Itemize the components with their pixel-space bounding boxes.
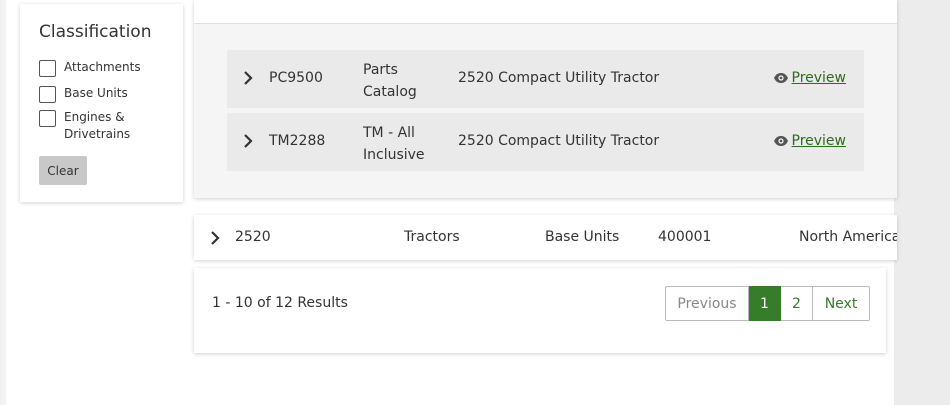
page-2-button[interactable]: 2 — [781, 286, 813, 321]
product-row[interactable]: 2520 Tractors Base Units 400001 North Am… — [194, 215, 897, 260]
document-type: TM - All Inclusive — [363, 125, 425, 163]
pagination: Previous 1 2 Next — [665, 286, 870, 321]
classification-filter-panel: Classification Attachments Base Units En… — [20, 4, 183, 202]
filter-option-base-units[interactable]: Base Units — [39, 85, 128, 103]
page-right-gutter — [894, 0, 950, 405]
preview-link[interactable]: Preview — [773, 133, 847, 149]
expanded-documents-card: PC9500 Parts Catalog 2520 Compact Utilit… — [194, 0, 897, 198]
document-row[interactable]: PC9500 Parts Catalog 2520 Compact Utilit… — [227, 50, 864, 108]
document-model: 2520 Compact Utility Tractor — [458, 133, 660, 149]
base-units-checkbox[interactable] — [39, 86, 56, 103]
filter-option-engines-drivetrains[interactable]: Engines & Drivetrains — [39, 109, 130, 143]
product-model: 2520 — [235, 229, 271, 245]
product-serial: 400001 — [658, 229, 712, 245]
filter-option-label: Attachments — [64, 60, 141, 74]
pagination-card: 1 - 10 of 12 Results Previous 1 2 Next — [194, 268, 886, 353]
filter-option-attachments[interactable]: Attachments — [39, 59, 141, 77]
eye-icon — [773, 73, 788, 83]
preview-label: Preview — [791, 133, 847, 149]
preview-link[interactable]: Preview — [773, 70, 847, 86]
chevron-right-icon[interactable] — [243, 69, 253, 87]
document-type: Parts Catalog — [363, 62, 417, 100]
expanded-card-header — [194, 0, 897, 24]
product-category: Tractors — [404, 229, 460, 245]
preview-label: Preview — [791, 70, 847, 86]
attachments-checkbox[interactable] — [39, 60, 56, 77]
chevron-right-icon[interactable] — [210, 229, 220, 247]
document-model: 2520 Compact Utility Tractor — [458, 70, 660, 86]
engines-drivetrains-checkbox[interactable] — [39, 110, 56, 127]
document-code: PC9500 — [269, 70, 323, 86]
filter-title: Classification — [39, 22, 152, 42]
document-code: TM2288 — [269, 133, 326, 149]
previous-page-button[interactable]: Previous — [665, 286, 749, 321]
document-row[interactable]: TM2288 TM - All Inclusive 2520 Compact U… — [227, 113, 864, 171]
page-1-button[interactable]: 1 — [749, 286, 781, 321]
filter-option-label: Engines & Drivetrains — [64, 110, 131, 141]
filter-option-label: Base Units — [64, 86, 128, 100]
chevron-right-icon[interactable] — [243, 132, 253, 150]
eye-icon — [773, 136, 788, 146]
clear-filter-button[interactable]: Clear — [39, 156, 87, 185]
product-region: North America — [799, 229, 897, 245]
product-classification: Base Units — [545, 229, 620, 245]
next-page-button[interactable]: Next — [813, 286, 870, 321]
results-count: 1 - 10 of 12 Results — [212, 295, 348, 311]
